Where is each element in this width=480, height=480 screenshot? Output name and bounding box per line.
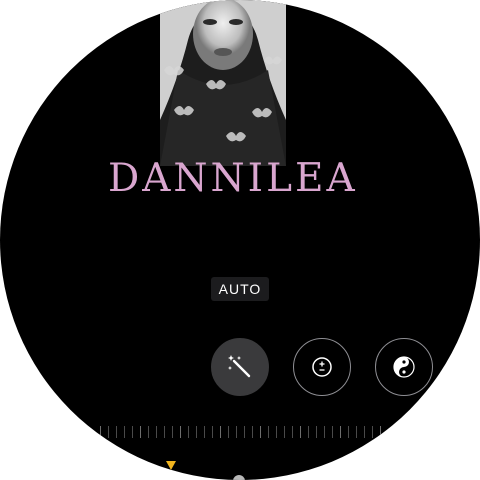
- auto-enhance-button[interactable]: [211, 338, 269, 396]
- yin-yang-icon: [393, 356, 415, 378]
- ruler-tick: [356, 426, 357, 438]
- ruler-tick: [116, 426, 117, 438]
- ruler-tick: [164, 426, 165, 438]
- ruler-tick: [188, 426, 189, 438]
- ruler-tick: [276, 426, 277, 438]
- ruler-tick: [340, 426, 341, 438]
- ruler-position-indicator: [166, 461, 176, 470]
- ruler-tick: [108, 426, 109, 438]
- adjustment-ruler[interactable]: [100, 426, 381, 440]
- ruler-tick: [284, 426, 285, 438]
- ruler-tick: [140, 426, 141, 438]
- ruler-tick: [148, 426, 149, 438]
- ruler-tick: [132, 426, 133, 438]
- photo-preview[interactable]: [160, 0, 286, 166]
- ruler-tick: [252, 426, 253, 438]
- edit-mode-label: AUTO: [211, 277, 269, 301]
- ruler-tick: [204, 426, 205, 438]
- ruler-tick: [316, 426, 317, 438]
- ruler-tick: [292, 426, 293, 438]
- exposure-plus-minus-icon: [312, 357, 332, 377]
- watch-screen: DANNILEA AUTO: [0, 0, 480, 480]
- ruler-tick: [268, 426, 269, 438]
- ruler-tick: [124, 426, 125, 438]
- ruler-tick: [308, 426, 309, 438]
- scrub-handle[interactable]: [233, 475, 245, 480]
- ruler-tick: [212, 426, 213, 438]
- ruler-tick: [364, 426, 365, 438]
- ruler-tick: [156, 426, 157, 438]
- ruler-tick: [244, 426, 245, 438]
- black-and-white-button[interactable]: [375, 338, 433, 396]
- ruler-tick: [172, 426, 173, 438]
- ruler-tick: [180, 426, 181, 438]
- photo-brand-text: DANNILEA: [108, 156, 358, 201]
- ruler-tick: [348, 426, 349, 438]
- magic-wand-icon: [228, 355, 251, 378]
- ruler-tick: [260, 426, 261, 438]
- ruler-tick: [332, 426, 333, 438]
- ruler-tick: [196, 426, 197, 438]
- exposure-button[interactable]: [293, 338, 351, 396]
- ruler-tick: [380, 426, 381, 438]
- ruler-tick: [300, 426, 301, 438]
- ruler-tick: [228, 426, 229, 438]
- portrait-image: [160, 0, 286, 166]
- ruler-tick: [324, 426, 325, 438]
- ruler-tick: [100, 426, 101, 438]
- ruler-tick: [372, 426, 373, 438]
- ruler-tick: [236, 426, 237, 438]
- ruler-tick: [220, 426, 221, 438]
